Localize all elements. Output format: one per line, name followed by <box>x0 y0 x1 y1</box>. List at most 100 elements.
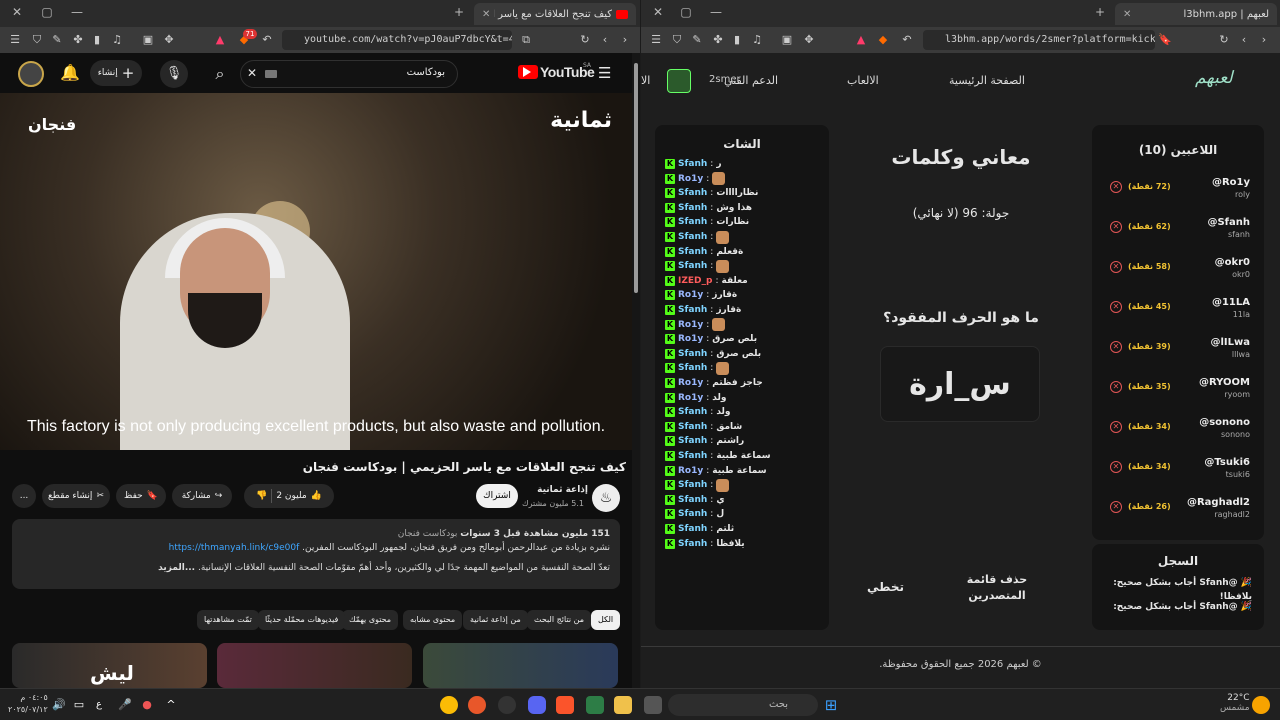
site-logo[interactable]: لعبهم <box>1195 68 1233 88</box>
username[interactable]: 2smer <box>709 74 741 85</box>
remove-player-icon[interactable]: ✕ <box>1110 261 1122 273</box>
subscribe-button[interactable]: اشتراك <box>476 484 518 508</box>
chrome-icon[interactable] <box>440 696 458 714</box>
avatar[interactable] <box>18 61 44 87</box>
share-button[interactable]: مشاركة ↪ <box>172 484 232 508</box>
brave-icon[interactable]: ◆ <box>875 32 891 48</box>
filter-chip[interactable]: فيديوهات محمّلة حديثًا <box>258 610 346 630</box>
windows-start-icon[interactable]: ⊞ <box>822 696 840 714</box>
back-forward-icon[interactable]: ↶ <box>259 32 275 48</box>
microphone-icon[interactable]: 🎤 <box>116 696 134 714</box>
show-more-link[interactable]: ...المزيد <box>158 563 195 573</box>
forward-icon[interactable]: › <box>617 32 633 48</box>
chat-username[interactable]: Ro1y <box>678 290 703 300</box>
back-forward-icon[interactable]: ↶ <box>899 32 915 48</box>
copy-link-icon[interactable]: ⧉ <box>518 32 534 48</box>
chat-username[interactable]: Sfanh <box>678 217 707 227</box>
tab-youtube[interactable]: كيف تنجح العلاقات مع ياسر الحز ✕ <box>474 3 636 25</box>
screenshot-icon[interactable]: ▣ <box>779 32 795 48</box>
video-thumbnail[interactable] <box>217 643 412 688</box>
notifications-icon[interactable]: 🔔 <box>60 63 80 82</box>
store-icon[interactable] <box>586 696 604 714</box>
menu-icon[interactable]: ☰ <box>648 32 664 48</box>
taskbar-search[interactable]: بحث <box>668 694 818 716</box>
search-box[interactable]: ✕ بودكاست <box>240 60 458 88</box>
remove-player-icon[interactable]: ✕ <box>1110 421 1122 433</box>
clear-search-icon[interactable]: ✕ <box>247 66 257 80</box>
back-icon[interactable]: ‹ <box>1236 32 1252 48</box>
sidebar-icon[interactable]: ▮ <box>729 32 745 48</box>
pin-icon[interactable]: ✎ <box>49 32 65 48</box>
music-icon[interactable]: ♫ <box>749 32 765 48</box>
network-icon[interactable]: ▭ <box>70 696 88 714</box>
speaker-icon[interactable]: 🔊 <box>50 696 68 714</box>
chat-username[interactable]: Ro1y <box>678 393 703 403</box>
video-player[interactable]: ثمانية فنجان This factory is not only pr… <box>0 93 632 450</box>
search-icon[interactable]: ⌕ <box>200 60 240 88</box>
app-icon[interactable] <box>498 696 516 714</box>
chat-username[interactable]: IZED_p <box>678 276 712 286</box>
tab-l3bhm[interactable]: لعبهم | l3bhm.app ✕ <box>1115 3 1277 25</box>
remove-player-icon[interactable]: ✕ <box>1110 181 1122 193</box>
chat-username[interactable]: Ro1y <box>678 320 703 330</box>
keyboard-icon[interactable] <box>265 70 277 78</box>
chat-username[interactable]: Sfanh <box>678 247 707 257</box>
chat-username[interactable]: Sfanh <box>678 159 707 169</box>
chat-username[interactable]: Sfanh <box>678 305 707 315</box>
chat-username[interactable]: Sfanh <box>678 539 707 549</box>
like-icon[interactable]: 👍 <box>311 491 322 501</box>
video-thumbnail[interactable]: ليش <box>12 643 207 688</box>
chat-username[interactable]: Ro1y <box>678 466 703 476</box>
folder-icon[interactable] <box>614 696 632 714</box>
chat-username[interactable]: Sfanh <box>678 451 707 461</box>
search-input[interactable]: بودكاست <box>407 67 445 78</box>
chat-username[interactable]: Ro1y <box>678 334 703 344</box>
brave-icon[interactable] <box>556 696 574 714</box>
address-bar[interactable]: l3bhm.app/words/2smer?platform=kick <box>923 30 1155 50</box>
scroll-thumb[interactable] <box>634 63 638 293</box>
chat-username[interactable]: Sfanh <box>678 261 707 271</box>
maximize-icon[interactable]: ▢ <box>677 5 695 19</box>
extension-icon[interactable]: ✥ <box>801 32 817 48</box>
dislike-icon[interactable]: 👎 <box>256 491 267 501</box>
chat-username[interactable]: Sfanh <box>678 363 707 373</box>
channel-name[interactable]: إذاعة ثمانية <box>537 485 588 495</box>
like-count[interactable]: 2 مليون <box>276 491 306 501</box>
remove-player-icon[interactable]: ✕ <box>1110 381 1122 393</box>
chat-username[interactable]: Ro1y <box>678 174 703 184</box>
shield-icon[interactable]: ⛉ <box>29 32 45 48</box>
puzzle-icon[interactable]: ✤ <box>710 32 726 48</box>
clip-button[interactable]: إنشاء مقطع ✂ <box>42 484 110 508</box>
hamburger-menu-icon[interactable]: ☰ <box>598 64 611 82</box>
close-window-icon[interactable]: ✕ <box>8 5 26 19</box>
new-tab-icon[interactable]: + <box>1091 5 1109 19</box>
new-tab-icon[interactable]: + <box>450 5 468 19</box>
chevron-up-icon[interactable]: ^ <box>162 696 180 714</box>
reload-icon[interactable]: ↻ <box>1216 32 1232 48</box>
user-avatar[interactable] <box>667 69 691 93</box>
description-link[interactable]: https://thmanyah.link/c9e00f <box>169 543 300 553</box>
microphone-icon[interactable]: 🎙 <box>160 60 188 88</box>
close-tab-icon[interactable]: ✕ <box>482 9 490 20</box>
chat-username[interactable]: Sfanh <box>678 524 707 534</box>
chat-username[interactable]: Sfanh <box>678 495 707 505</box>
nav-overflow[interactable]: الا <box>641 74 650 87</box>
chat-username[interactable]: Sfanh <box>678 349 707 359</box>
shield-icon[interactable]: ⛉ <box>669 32 685 48</box>
pin-icon[interactable]: ✎ <box>689 32 705 48</box>
skip-button[interactable]: تخطي <box>867 580 904 594</box>
language-indicator[interactable]: ع <box>90 696 108 714</box>
bookmark-icon[interactable]: 🔖 <box>1157 32 1173 48</box>
filter-chip[interactable]: تمّت مشاهدتها <box>197 610 259 630</box>
nav-home[interactable]: الصفحة الرئيسية <box>949 74 1025 87</box>
record-icon[interactable]: ● <box>138 696 156 714</box>
remove-player-icon[interactable]: ✕ <box>1110 461 1122 473</box>
forward-icon[interactable]: › <box>1256 32 1272 48</box>
chat-username[interactable]: Sfanh <box>678 188 707 198</box>
close-tab-icon[interactable]: ✕ <box>1123 9 1131 20</box>
menu-icon[interactable]: ☰ <box>7 32 23 48</box>
description-tag[interactable]: بودكاست فنجان <box>398 529 458 539</box>
channel-avatar[interactable]: ♨ <box>592 484 620 512</box>
clock[interactable]: ٠٤:٠٥ م ٢٠٢٥/٠٧/١٢ <box>8 692 48 716</box>
filter-chip[interactable]: الكل <box>591 610 621 630</box>
